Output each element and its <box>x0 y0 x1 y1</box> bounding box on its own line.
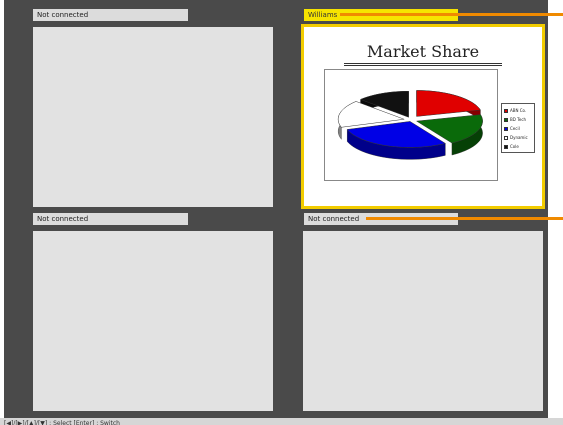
legend-swatch <box>504 117 508 122</box>
legend-swatch <box>504 144 508 149</box>
legend-swatch <box>504 126 508 131</box>
legend-label: Cecil <box>510 126 520 131</box>
projector-screen: Not connected Williams Market Share ABN … <box>0 0 563 425</box>
legend-item: BD Tech <box>504 115 532 124</box>
legend-label: ABN Co. <box>510 108 527 113</box>
legend-item: ABN Co. <box>504 106 532 115</box>
panel-2-view[interactable]: Market Share ABN Co. BD Tech Cecil Dynam… <box>301 24 545 209</box>
panel-2-connection-indicator <box>340 13 563 16</box>
title-underline-2 <box>344 65 502 66</box>
key-hint-bar: [◀]/[▶]/[▲]/[▼] : Select [Enter] : Switc… <box>0 418 563 425</box>
legend-swatch <box>504 108 508 113</box>
panel-1-label: Not connected <box>33 9 188 21</box>
panel-3-view[interactable] <box>33 231 273 411</box>
legend-item: Dynamic <box>504 133 532 142</box>
panel-1-view[interactable] <box>33 27 273 207</box>
legend-label: Dynamic <box>510 135 528 140</box>
legend-swatch <box>504 135 508 140</box>
slide-title: Market Share <box>366 42 480 61</box>
chart-legend: ABN Co. BD Tech Cecil Dynamic Cole <box>501 103 535 153</box>
pie-chart <box>337 90 483 160</box>
title-underline <box>344 63 502 64</box>
legend-item: Cecil <box>504 124 532 133</box>
panel-4-view[interactable] <box>303 231 543 411</box>
chart-area <box>324 69 498 181</box>
panel-4-connection-indicator <box>366 217 563 220</box>
legend-label: BD Tech <box>510 117 527 122</box>
panel-3-label: Not connected <box>33 213 188 225</box>
legend-item: Cole <box>504 142 532 151</box>
legend-label: Cole <box>510 144 519 149</box>
